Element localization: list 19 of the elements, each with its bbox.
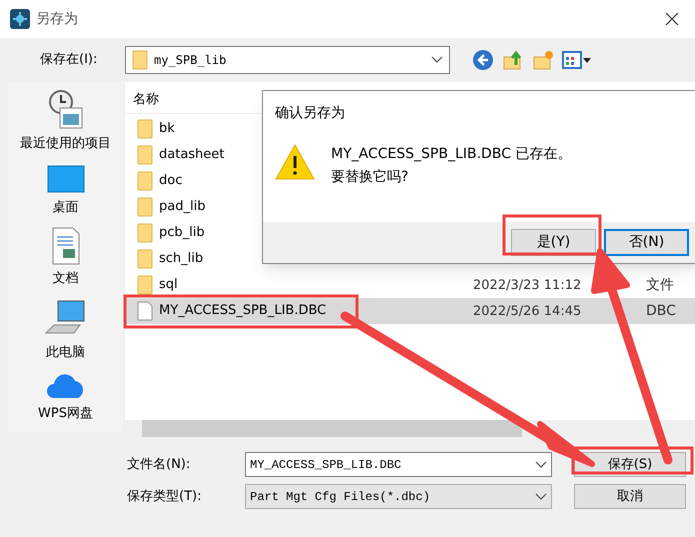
file-name: pad_lib (159, 198, 206, 216)
field-label: 保存类型(T): (127, 488, 202, 506)
file-date: 2022/5/26 14:45 (473, 304, 582, 318)
dialog-title: 确认另存为 (275, 104, 346, 123)
file-name: sql (159, 276, 178, 294)
file-type: 文件 (646, 276, 674, 292)
file-name: pcb_lib (159, 224, 205, 242)
location-label: 保存在(I): (40, 51, 98, 70)
file-name: doc (159, 172, 182, 190)
field-label: 文件名(N): (127, 456, 192, 474)
file-name: bk (159, 120, 175, 138)
dialog-question: 要替换它吗? (331, 168, 410, 187)
file-name: MY_ACCESS_SPB_LIB.DBC (159, 302, 326, 320)
window-title: 另存为 (36, 10, 79, 28)
file-type: DBC (646, 302, 676, 318)
file-name: datasheet (159, 146, 224, 164)
file-date: 2022/3/23 11:12 (473, 278, 582, 292)
file-name: sch_lib (159, 250, 204, 268)
dialog-message: MY_ACCESS_SPB_LIB.DBC 已存在。 (331, 145, 572, 164)
